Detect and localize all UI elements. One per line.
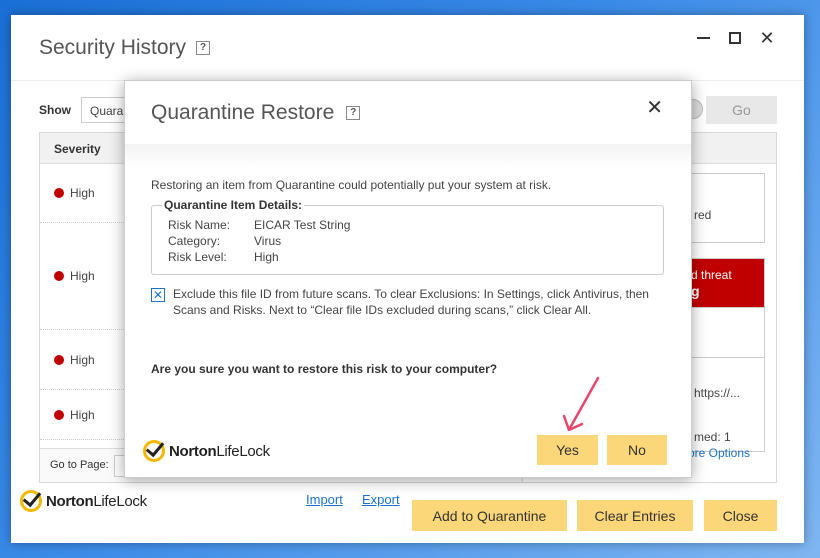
severity-high-icon: [54, 271, 64, 281]
category-row: Category: Virus: [168, 234, 281, 248]
norton-checkmark-icon: [143, 440, 165, 462]
window-title-text: Security History: [39, 36, 187, 59]
maximize-icon: [729, 32, 741, 44]
close-button[interactable]: ✕: [758, 28, 776, 48]
dialog-close-button[interactable]: ✕: [646, 95, 663, 120]
goto-label: Go to Page:: [50, 459, 109, 471]
risk-level-label: Risk Level:: [168, 250, 227, 264]
threat-text: d threat: [691, 268, 732, 282]
norton-logo: NortonLifeLock: [143, 440, 270, 462]
brand-name: Norton: [169, 442, 217, 460]
show-label: Show: [39, 103, 71, 117]
category-value: Virus: [254, 234, 282, 248]
risk-name-label: Risk Name:: [168, 218, 231, 232]
item-details-group: Quarantine Item Details: Risk Name: EICAR…: [151, 198, 664, 275]
export-link[interactable]: Export: [362, 492, 400, 507]
import-link[interactable]: Import: [306, 492, 343, 507]
threat-status: g: [691, 283, 700, 299]
window-controls: ✕: [694, 28, 776, 48]
minimize-icon: [696, 37, 710, 39]
dialog-title: Quarantine Restore ?: [151, 101, 361, 125]
help-icon[interactable]: ?: [346, 106, 361, 120]
yes-button[interactable]: Yes: [537, 435, 598, 465]
severity-text: High: [70, 269, 95, 283]
add-to-quarantine-button[interactable]: Add to Quarantine: [412, 500, 567, 531]
details-count: med: 1: [694, 430, 731, 444]
maximize-button[interactable]: [726, 29, 744, 47]
brand-name-rest: LifeLock: [216, 442, 270, 460]
exclude-option: ✕ Exclude this file ID from future scans…: [151, 286, 651, 318]
severity-high-icon: [54, 354, 64, 365]
severity-high-icon: [54, 409, 64, 420]
risk-level-value: High: [254, 250, 279, 264]
brand-name: Norton: [46, 492, 94, 510]
severity-text: High: [70, 186, 95, 200]
quarantine-restore-dialog: Quarantine Restore ? ✕ Restoring an item…: [124, 80, 692, 478]
dialog-header-band: [125, 144, 691, 168]
exclude-checkbox[interactable]: ✕: [151, 288, 165, 302]
table-row[interactable]: High: [40, 330, 124, 390]
help-icon[interactable]: ?: [196, 41, 211, 55]
minimize-button[interactable]: [694, 29, 712, 47]
category-label: Category:: [168, 234, 221, 248]
exclude-text: Exclude this file ID from future scans. …: [173, 287, 649, 317]
close-window-button[interactable]: Close: [704, 500, 777, 531]
go-button[interactable]: Go: [706, 96, 777, 124]
details-text: red: [694, 208, 712, 222]
no-button[interactable]: No: [607, 435, 667, 465]
severity-text: High: [70, 352, 95, 367]
confirm-question: Are you sure you want to restore this ri…: [151, 362, 498, 376]
dialog-title-text: Quarantine Restore: [151, 101, 335, 124]
table-row[interactable]: High: [40, 390, 124, 440]
details-url: https://...: [694, 386, 741, 400]
warning-text: Restoring an item from Quarantine could …: [151, 178, 552, 192]
table-row[interactable]: High: [40, 223, 124, 330]
norton-checkmark-icon: [20, 490, 42, 512]
risk-name-row: Risk Name: EICAR Test String: [168, 218, 350, 232]
risk-level-row: Risk Level: High: [168, 250, 279, 264]
severity-text: High: [70, 407, 95, 422]
severity-high-icon: [54, 188, 64, 198]
norton-logo: NortonLifeLock: [20, 490, 147, 512]
window-title: Security History ?: [39, 36, 211, 60]
item-details-legend: Quarantine Item Details:: [162, 198, 305, 212]
table-row[interactable]: High: [40, 164, 124, 223]
clear-entries-button[interactable]: Clear Entries: [577, 500, 693, 531]
brand-name-rest: LifeLock: [93, 492, 147, 510]
risk-name-value: EICAR Test String: [254, 218, 351, 232]
